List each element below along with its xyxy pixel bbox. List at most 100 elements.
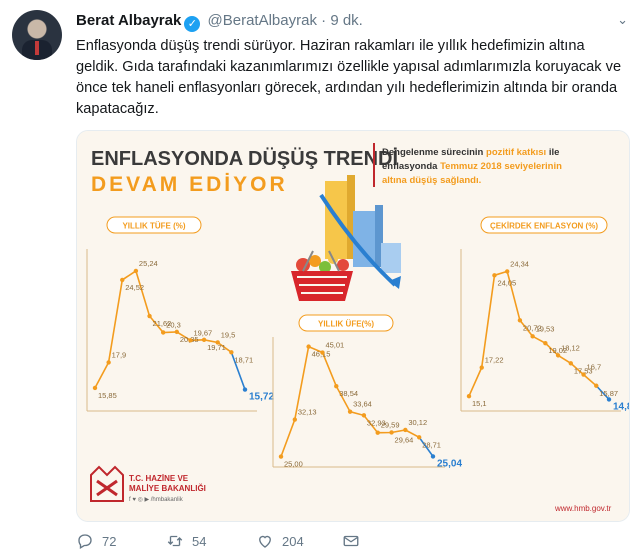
data-label: 19,5 [221,330,236,339]
heart-icon [259,535,271,548]
data-point [278,454,284,459]
data-point [229,350,234,355]
tweet-text: Enflasyonda düşüş trendi sürüyor. Hazira… [76,38,622,117]
data-label: 32,13 [298,408,317,417]
data-point [334,383,339,389]
data-point [504,269,510,274]
infographic: ENFLASYONDA DÜŞÜŞ TRENDİ DEVAM EDİYOR De… [77,131,630,521]
data-label: 19,67 [193,328,212,337]
data-label: 38,54 [339,389,358,398]
retweet-icon [167,535,183,547]
data-label: 30,12 [408,418,427,427]
tweet-time[interactable]: 9 dk. [330,12,363,29]
data-label: 25,04 [437,458,462,469]
callout-line-1: Dengelenme sürecinin pozitif katkısı ile [382,147,559,158]
chart-title: YILLIK ÜFE(%) [318,320,374,329]
data-label: 25,24 [139,259,158,268]
direct-message-button[interactable] [342,532,360,550]
data-point [174,329,180,335]
infographic-card[interactable]: ENFLASYONDA DÜŞÜŞ TRENDİ DEVAM EDİYOR De… [76,130,630,522]
callout-line-3: altına düşüş sağlandı. [382,175,481,186]
data-point [188,338,193,343]
data-label: 15,87 [599,389,618,398]
data-point [242,387,248,392]
data-point [215,340,220,345]
callout-line-2: enflasyonda Temmuz 2018 seviyelerinin [382,161,562,172]
data-point [347,409,353,414]
separator: · [321,12,327,29]
chart-title: ÇEKİRDEK ENFLASYON (%) [490,222,598,231]
data-point [201,337,207,343]
data-point [92,385,98,391]
data-label: 45,01 [325,341,344,350]
verified-badge-icon: ✓ [184,16,201,32]
chart-title: YILLIK TÜFE (%) [122,222,185,231]
website-link: www.hmb.gov.tr [554,504,612,513]
chevron-down-icon[interactable]: ⌄ [617,12,628,28]
data-label: 14,86 [613,401,630,412]
data-label: 16,7 [587,363,602,372]
data-label: 15,72 [249,392,274,403]
data-point [160,330,166,335]
data-label: 28,71 [422,440,441,449]
data-point [306,344,311,349]
data-point [292,417,298,422]
data-label: 17,9 [112,350,127,359]
data-point [106,360,111,365]
data-label: 15,1 [472,399,487,408]
data-label: 24,05 [497,278,516,287]
data-label: 24,52 [125,283,144,292]
reply-icon [78,534,92,549]
data-label: 29,64 [395,435,414,444]
data-point [581,372,586,377]
reply-button[interactable]: 72 [76,532,116,550]
reply-count: 72 [102,533,117,549]
data-point [133,268,139,274]
data-point [555,353,561,358]
mail-icon [343,535,359,547]
data-point [594,383,599,388]
data-label: 19,53 [536,324,555,333]
author-handle[interactable]: @BeratAlbayrak [208,12,317,29]
retweet-count: 54 [192,533,207,549]
data-point [517,318,523,323]
data-label: 25,00 [284,460,303,469]
data-label: 33,64 [353,400,372,409]
avatar[interactable] [12,10,62,60]
data-label: 29,59 [381,421,400,430]
like-count: 204 [282,533,304,549]
data-point [120,277,125,283]
data-label: 18,71 [234,355,253,364]
infographic-title: ENFLASYONDA DÜŞÜŞ TRENDİ [91,147,398,170]
data-point [361,413,367,418]
tweet-header: Berat Albayrak ✓ @BeratAlbayrak · 9 dk. [76,12,363,32]
data-point [543,341,548,346]
infographic-subtitle: DEVAM EDİYOR [91,173,288,196]
data-point [466,393,472,399]
ministry-name-line-2: MALİYE BAKANLIĞI [129,484,206,493]
data-label: 18,12 [561,343,580,352]
data-point [479,365,484,370]
data-point [606,397,612,402]
tweet: Berat Albayrak ✓ @BeratAlbayrak · 9 dk. ⌄… [0,0,640,560]
data-label: 20,3 [166,320,181,329]
retweet-button[interactable]: 54 [166,532,206,550]
data-point [375,430,380,435]
like-button[interactable]: 204 [256,532,304,550]
data-point [389,430,394,435]
data-point [492,273,497,278]
ministry-name-line-1: T.C. HAZİNE VE [129,474,189,483]
data-point [530,334,535,339]
data-point [403,427,408,433]
data-point [416,435,422,440]
data-label: 24,34 [510,259,529,268]
data-label: 17,22 [485,356,504,365]
data-point [568,361,574,366]
data-point [320,350,325,355]
tweet-actions: 72 54 204 [76,532,496,554]
data-label: 15,85 [98,391,117,400]
ministry-social: f ♥ ◎ ▶ /hmbakanlik [129,497,184,503]
data-point [430,454,436,459]
author-name[interactable]: Berat Albayrak [76,12,181,29]
data-point [147,313,152,319]
